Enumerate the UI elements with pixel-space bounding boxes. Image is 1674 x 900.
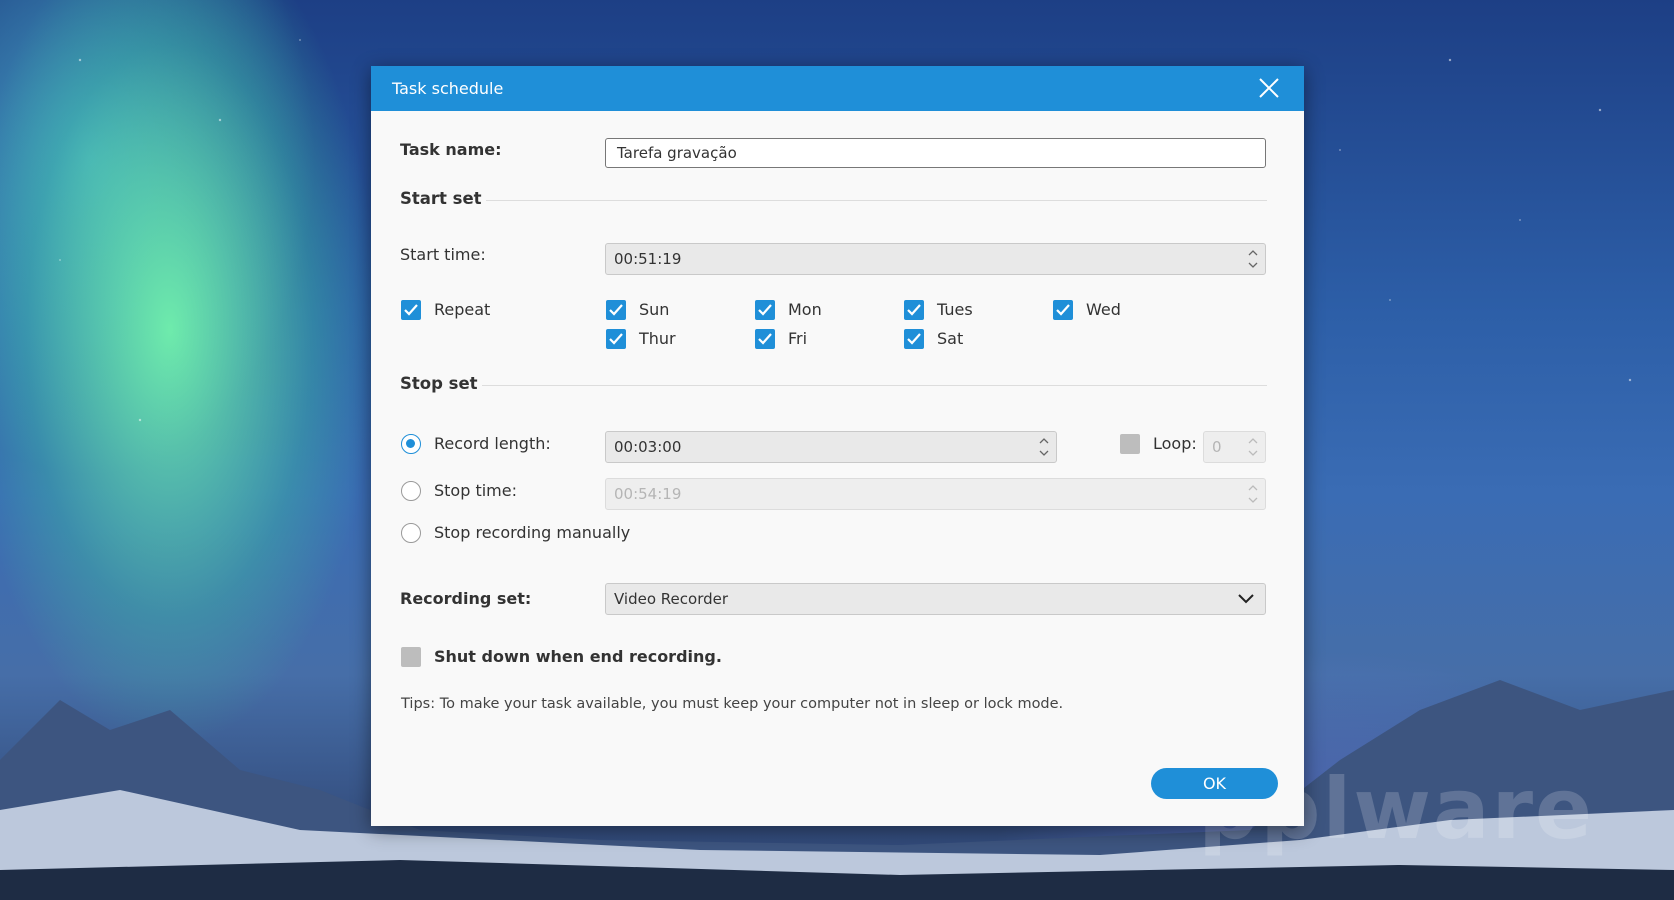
record-length-input[interactable]: 00:03:00: [605, 431, 1057, 463]
stop-set-heading: Stop set: [400, 374, 478, 393]
record-length-label: Record length:: [434, 434, 551, 453]
repeat-checkbox[interactable]: [401, 300, 421, 320]
shutdown-label: Shut down when end recording.: [434, 647, 722, 666]
start-time-label: Start time:: [400, 245, 486, 264]
ok-button[interactable]: OK: [1151, 768, 1278, 799]
tips-text: Tips: To make your task available, you m…: [401, 696, 1064, 712]
task-name-input[interactable]: Tarefa gravação: [605, 138, 1266, 168]
start-time-value: 00:51:19: [614, 250, 682, 268]
repeat-label: Repeat: [434, 300, 491, 319]
spinner-arrows-icon[interactable]: [1247, 482, 1259, 506]
day-label-mon: Mon: [788, 300, 822, 319]
day-label-thur: Thur: [639, 329, 676, 348]
loop-label: Loop:: [1153, 434, 1197, 453]
record-length-value: 00:03:00: [614, 438, 682, 456]
stop-manually-label: Stop recording manually: [434, 523, 631, 542]
checkmark-icon: [907, 333, 921, 345]
spinner-arrows-icon[interactable]: [1038, 435, 1050, 459]
day-label-wed: Wed: [1086, 300, 1121, 319]
stop-time-value: 00:54:19: [614, 485, 682, 503]
stop-time-label: Stop time:: [434, 481, 517, 500]
day-checkbox-tues[interactable]: [904, 300, 924, 320]
stop-time-radio[interactable]: [401, 481, 421, 501]
day-label-sat: Sat: [937, 329, 964, 348]
dialog-titlebar: Task schedule: [371, 66, 1304, 111]
checkmark-icon: [609, 304, 623, 316]
task-schedule-dialog: Task schedule Task name: Tarefa gravação…: [371, 66, 1304, 826]
day-label-tues: Tues: [937, 300, 973, 319]
task-name-label: Task name:: [400, 140, 502, 159]
day-checkbox-fri[interactable]: [755, 329, 775, 349]
recording-set-value: Video Recorder: [614, 590, 729, 608]
close-icon[interactable]: [1256, 75, 1282, 101]
day-checkbox-wed[interactable]: [1053, 300, 1073, 320]
recording-set-label: Recording set:: [400, 589, 532, 608]
loop-count-value: 0: [1212, 438, 1222, 456]
stop-set-divider: [482, 385, 1267, 386]
stop-time-input[interactable]: 00:54:19: [605, 478, 1266, 510]
spinner-arrows-icon[interactable]: [1247, 435, 1259, 459]
day-label-fri: Fri: [788, 329, 808, 348]
checkmark-icon: [907, 304, 921, 316]
day-checkbox-sun[interactable]: [606, 300, 626, 320]
checkmark-icon: [1056, 304, 1070, 316]
start-set-divider: [486, 200, 1267, 201]
checkmark-icon: [758, 304, 772, 316]
checkmark-icon: [404, 304, 418, 316]
shutdown-checkbox[interactable]: [401, 647, 421, 667]
day-checkbox-thur[interactable]: [606, 329, 626, 349]
day-checkbox-sat[interactable]: [904, 329, 924, 349]
loop-checkbox[interactable]: [1120, 434, 1140, 454]
spinner-arrows-icon[interactable]: [1247, 247, 1259, 271]
chevron-down-icon: [1238, 594, 1254, 604]
record-length-radio[interactable]: [401, 434, 421, 454]
loop-count-input[interactable]: 0: [1203, 431, 1266, 463]
start-set-heading: Start set: [400, 189, 482, 208]
day-label-sun: Sun: [639, 300, 670, 319]
checkmark-icon: [758, 333, 772, 345]
dialog-title: Task schedule: [392, 79, 504, 98]
start-time-input[interactable]: 00:51:19: [605, 243, 1266, 275]
checkmark-icon: [609, 333, 623, 345]
day-checkbox-mon[interactable]: [755, 300, 775, 320]
stop-manually-radio[interactable]: [401, 523, 421, 543]
recording-set-select[interactable]: Video Recorder: [605, 583, 1266, 615]
